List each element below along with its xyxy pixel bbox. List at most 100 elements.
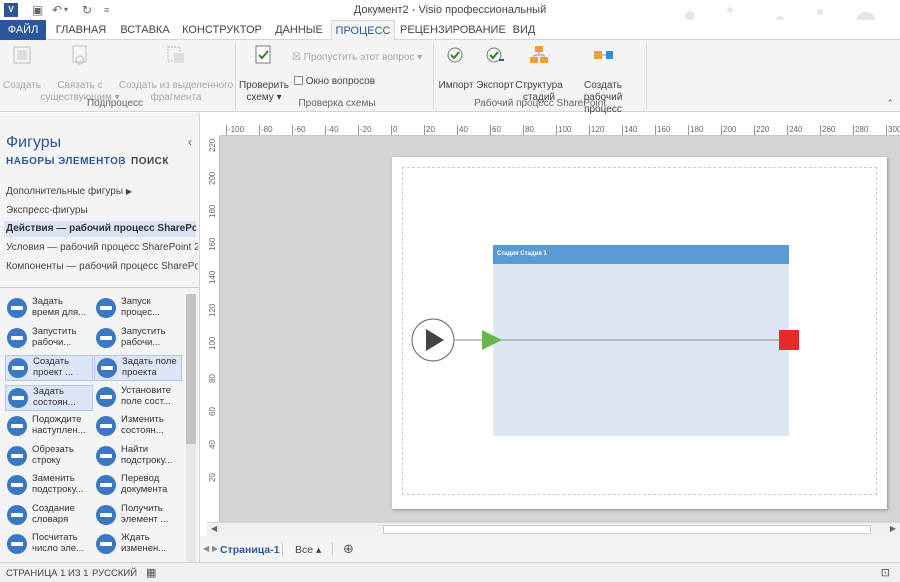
- ruler-tick-label: 220: [208, 138, 217, 152]
- master-shape-label: Найти подстроку...: [121, 443, 173, 466]
- link-existing-button[interactable]: Связать с существующим ▾: [40, 44, 120, 104]
- stencil-sharepoint-conditions[interactable]: Условия — рабочий процесс SharePoint 2..…: [6, 240, 198, 256]
- stencil-more-shapes[interactable]: Дополнительные фигуры ▶: [6, 184, 198, 200]
- master-shape[interactable]: Найти подстроку...: [94, 444, 182, 470]
- check-diagram-button[interactable]: Проверить схему ▾: [238, 44, 290, 104]
- ruler-tick-label: 200: [721, 125, 737, 135]
- master-shape[interactable]: Установите поле сост...: [94, 385, 182, 411]
- checkbox-icon[interactable]: [294, 76, 303, 85]
- status-page[interactable]: СТРАНИЦА 1 ИЗ 1: [6, 568, 89, 579]
- master-shape[interactable]: Запустить рабочи...: [5, 326, 93, 352]
- stage-end-icon[interactable]: [779, 330, 799, 350]
- ruler-tick-label: 160: [208, 237, 217, 251]
- tab-data[interactable]: ДАННЫЕ: [268, 20, 330, 40]
- tab-file[interactable]: ФАЙЛ: [0, 20, 46, 40]
- nav-divider: [120, 156, 121, 168]
- master-shape[interactable]: Подождите наступлен...: [5, 414, 93, 440]
- tab-view[interactable]: ВИД: [506, 20, 542, 40]
- master-shape[interactable]: Перевод документа: [94, 473, 182, 499]
- ruler-tick-label: -100: [226, 125, 245, 135]
- issues-window-checkbox[interactable]: Окно вопросов: [294, 76, 404, 88]
- create-from-selection-button[interactable]: Создать из выделенного фрагмента: [118, 44, 234, 104]
- nav-search[interactable]: ПОИСК: [131, 156, 169, 167]
- ruler-tick-label: 300: [886, 125, 900, 135]
- master-shape-label: Обрезать строку: [32, 443, 74, 466]
- master-shape[interactable]: Задать время для...: [5, 296, 93, 322]
- start-workflow-shape[interactable]: [411, 318, 455, 362]
- export-button[interactable]: Экспорт: [476, 44, 514, 92]
- add-page-icon[interactable]: ⊕: [343, 541, 354, 557]
- master-shape-label: Заменить подстроку...: [32, 473, 84, 495]
- collapse-ribbon-icon[interactable]: ⌃: [886, 98, 894, 109]
- create-subprocess-button[interactable]: Создать: [2, 44, 42, 92]
- horizontal-scrollbar[interactable]: ◀ ▶: [207, 522, 900, 536]
- master-shape-label: Посчитать число эле...: [32, 532, 84, 554]
- master-shape[interactable]: Заменить подстроку...: [5, 473, 93, 499]
- master-shape[interactable]: Запуск процес...: [94, 296, 182, 322]
- status-language[interactable]: РУССКИЙ: [92, 568, 137, 579]
- action-shape-icon: [97, 358, 117, 378]
- action-shape-icon: [7, 298, 27, 318]
- nav-stencils[interactable]: НАБОРЫ ЭЛЕМЕНТОВ: [6, 156, 126, 167]
- collapse-pane-icon[interactable]: ‹: [188, 135, 192, 149]
- page-nav-left-icon[interactable]: ◀: [203, 544, 209, 553]
- skip-issue-icon: ☒: [292, 52, 301, 63]
- drawing-page[interactable]: Стадия Стадия 1: [392, 157, 887, 509]
- master-shape[interactable]: Изменить состоян...: [94, 414, 182, 440]
- export-icon: [486, 47, 504, 63]
- master-shape[interactable]: Задать состоян...: [5, 384, 93, 411]
- master-shape[interactable]: Задать поле проекта: [94, 355, 182, 381]
- ruler-tick-label: -60: [292, 125, 306, 135]
- master-shape[interactable]: Обрезать строку: [5, 444, 93, 470]
- ruler-tick-label: 180: [688, 125, 704, 135]
- masters-scrollbar[interactable]: [186, 294, 196, 562]
- master-shape-label: Получить элемент ...: [121, 502, 169, 525]
- scrollbar-thumb[interactable]: [186, 294, 196, 444]
- scrollbar-thumb[interactable]: [383, 525, 871, 534]
- page-tabs: ◀ ▶ Страница-1 Все ▴ ⊕: [200, 536, 900, 562]
- page-tab-1[interactable]: Страница-1: [220, 544, 280, 556]
- ruler-tick-label: -40: [325, 125, 339, 135]
- master-shape[interactable]: Посчитать число эле...: [5, 532, 93, 558]
- group-separator: [235, 43, 236, 109]
- master-shape[interactable]: Получить элемент ...: [94, 503, 182, 529]
- ruler-tick-label: 200: [208, 171, 217, 185]
- master-shape[interactable]: Запустить рабочи...: [94, 326, 182, 352]
- skip-issue-button[interactable]: ☒ Пропустить этот вопрос ▾: [292, 52, 432, 64]
- master-shape[interactable]: Создание словаря: [5, 503, 93, 529]
- scroll-left-icon[interactable]: ◀: [211, 524, 217, 533]
- stage-structure-button[interactable]: Структура стадий: [515, 44, 563, 104]
- ruler-tick-label: 80: [208, 374, 217, 383]
- tab-design[interactable]: КОНСТРУКТОР: [180, 20, 264, 40]
- tab-divider: [332, 542, 333, 556]
- group-label-check: Проверка схемы: [298, 98, 376, 109]
- ruler-tick-label: 140: [208, 270, 217, 284]
- stencil-sharepoint-actions[interactable]: Действия — рабочий процесс SharePoi...: [4, 221, 196, 237]
- master-shape[interactable]: Создать проект ...: [5, 355, 93, 381]
- ruler-tick-label: 60: [208, 407, 217, 416]
- action-shape-icon: [96, 534, 116, 554]
- tab-process[interactable]: ПРОЦЕСС: [331, 20, 395, 41]
- action-shape-icon: [7, 534, 27, 554]
- vertical-ruler: 220 200 180 160 140 120 100 80 60 40 20: [207, 136, 220, 522]
- macro-record-icon[interactable]: ▦: [146, 566, 156, 579]
- ruler-tick-label: -80: [259, 125, 273, 135]
- stage-start-icon[interactable]: [482, 330, 502, 350]
- tab-home[interactable]: ГЛАВНАЯ: [50, 20, 112, 40]
- title-bar: V ▣ ↶ ▾ ↻ ≡ Документ2 - Visio профессион…: [0, 0, 900, 32]
- fit-page-icon[interactable]: ⊡: [881, 566, 890, 579]
- import-button[interactable]: Импорт: [437, 44, 475, 92]
- ruler-tick-label: 240: [787, 125, 803, 135]
- stencil-sharepoint-components[interactable]: Компоненты — рабочий процесс SharePo...: [6, 259, 198, 275]
- ruler-tick-label: 120: [208, 303, 217, 317]
- tab-review[interactable]: РЕЦЕНЗИРОВАНИЕ: [400, 20, 506, 40]
- master-shape[interactable]: Ждать изменен...: [94, 532, 182, 558]
- scroll-right-icon[interactable]: ▶: [890, 524, 896, 533]
- group-separator: [646, 43, 647, 109]
- tab-insert[interactable]: ВСТАВКА: [114, 20, 176, 40]
- action-shape-icon: [7, 475, 27, 495]
- all-pages-tab[interactable]: Все ▴: [295, 544, 321, 556]
- stencil-quick-shapes[interactable]: Экспресс-фигуры: [6, 203, 198, 219]
- page-nav-right-icon[interactable]: ▶: [212, 544, 218, 553]
- master-shape-label: Задать поле проекта: [122, 356, 177, 378]
